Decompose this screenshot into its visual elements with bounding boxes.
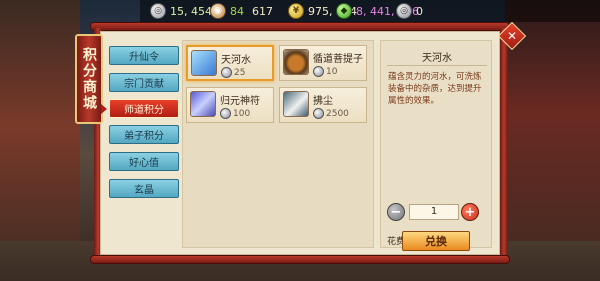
background-left-scenery: [0, 0, 80, 281]
detail-title: 天河水: [422, 53, 452, 64]
tab-label: 升仙令: [129, 52, 159, 63]
exchange-button[interactable]: 兑换: [402, 231, 470, 251]
points-coin-icon: [221, 67, 232, 78]
silver-coin-icon: ◎: [150, 3, 166, 19]
currency-bar: ◎ 15, 454 ◉ 84 617 ¥ 975, 514 ◆ 8, 441, …: [140, 0, 600, 22]
shop-item-tianhe-water[interactable]: 天河水 25: [186, 45, 274, 81]
currency-silver: ◎ 15, 454: [150, 2, 212, 20]
tab-mystic-crystal[interactable]: 玄晶: [109, 179, 179, 198]
close-icon: ✕: [506, 29, 518, 43]
item-price-value: 2500: [326, 108, 349, 119]
tab-ascension-token[interactable]: 升仙令: [109, 46, 179, 65]
item-price: 25: [221, 67, 245, 78]
item-price: 2500: [313, 108, 349, 119]
item-name: 拂尘: [313, 96, 333, 107]
item-name: 循道菩提子: [313, 54, 363, 65]
item-price-value: 10: [326, 66, 338, 77]
tab-label: 宗门贡献: [124, 79, 164, 90]
currency-value-secondary: 617: [252, 4, 273, 18]
item-name: 天河水: [221, 55, 251, 66]
talisman-icon: [190, 91, 216, 117]
tab-mentor-points[interactable]: 师道积分: [109, 99, 179, 118]
item-price-value: 25: [234, 67, 246, 78]
silver-coin-icon: ◎: [396, 3, 412, 19]
tab-sect-contribution[interactable]: 宗门贡献: [109, 73, 179, 92]
quantity-field[interactable]: 1: [409, 204, 459, 220]
bodhi-fruit-icon: [283, 49, 309, 75]
jade-token-icon: ◉: [210, 3, 226, 19]
item-detail-panel: 天河水 蕴含灵力的河水，可洗炼装备中的杂质，达到提升属性的效果。 − 1 + 花…: [380, 40, 492, 248]
tab-kindness[interactable]: 好心值: [109, 152, 179, 171]
currency-silver-2: ◎ 0: [396, 2, 423, 20]
detail-divider: [387, 65, 487, 66]
increase-quantity-button[interactable]: +: [461, 203, 479, 221]
scroll-rod-bottom: [90, 255, 510, 264]
shop-item-talisman[interactable]: 归元神符 100: [186, 87, 274, 123]
currency-value: 84: [230, 4, 244, 18]
active-tab-arrow-icon: [101, 104, 107, 114]
water-flask-icon: [191, 50, 217, 76]
tab-label: 弟子积分: [124, 131, 164, 142]
currency-jade: ◉ 84 617: [210, 2, 273, 20]
tab-label: 好心值: [129, 158, 159, 169]
scroll-pillar-right: [500, 28, 508, 258]
item-price: 100: [220, 108, 250, 119]
points-coin-icon: [220, 108, 231, 119]
points-coin-icon: [313, 66, 324, 77]
item-name: 归元神符: [220, 96, 260, 107]
page-title-banner: 积分商城: [75, 34, 103, 124]
item-price-value: 100: [233, 108, 251, 119]
shop-item-bodhi-fruit[interactable]: 循道菩提子 10: [279, 45, 367, 81]
item-price: 10: [313, 66, 337, 77]
gold-coin-icon: ¥: [288, 3, 304, 19]
scroll-rod-top: [90, 22, 510, 31]
currency-value: 0: [416, 4, 423, 18]
shop-item-whisk[interactable]: 拂尘 2500: [279, 87, 367, 123]
currency-value: 15, 454: [170, 4, 212, 18]
points-coin-icon: [313, 108, 324, 119]
tab-disciple-points[interactable]: 弟子积分: [109, 125, 179, 144]
tab-label: 师道积分: [124, 105, 164, 116]
spirit-stone-icon: ◆: [336, 3, 352, 19]
decrease-quantity-button[interactable]: −: [387, 203, 405, 221]
detail-description: 蕴含灵力的河水，可洗炼装备中的杂质，达到提升属性的效果。: [388, 72, 482, 106]
page-title: 积分商城: [81, 47, 97, 111]
whisk-icon: [283, 91, 309, 117]
exchange-button-label: 兑换: [425, 235, 447, 248]
quantity-stepper: − 1 +: [387, 203, 487, 223]
tab-label: 玄晶: [134, 185, 154, 196]
